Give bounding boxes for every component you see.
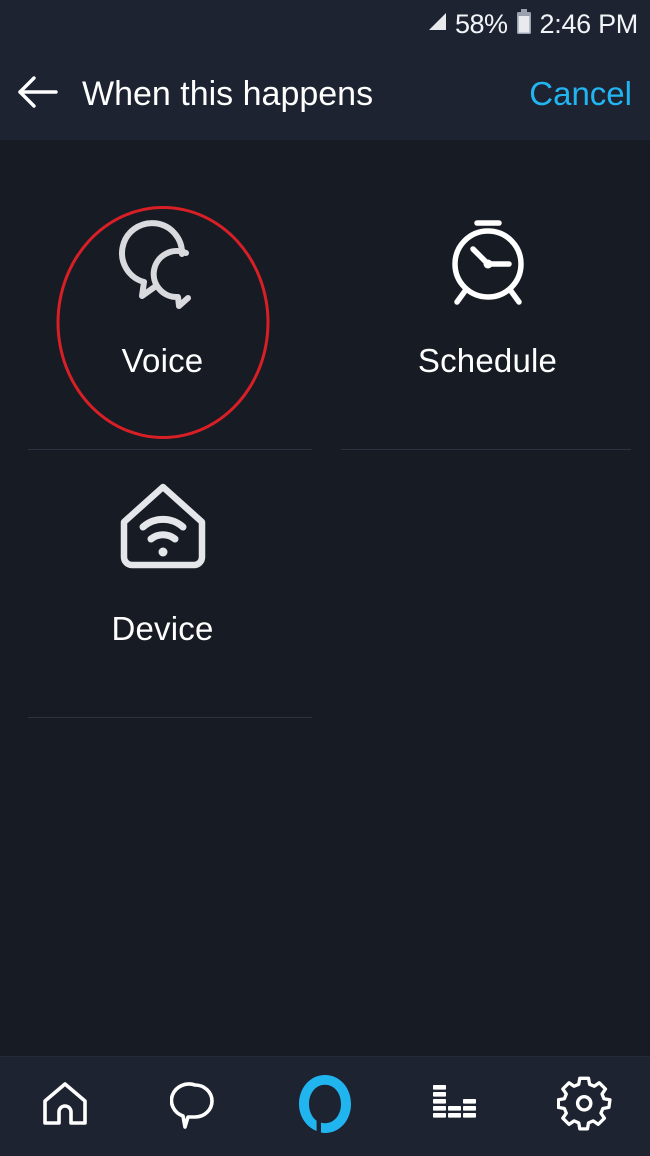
- home-wifi-icon: [108, 466, 218, 596]
- app-header-bar: When this happens Cancel: [0, 48, 650, 140]
- gear-icon: [556, 1076, 613, 1137]
- home-icon: [38, 1077, 92, 1136]
- trigger-type-grid: Voice Schedule Device: [0, 140, 650, 718]
- nav-item-play[interactable]: [390, 1057, 520, 1156]
- speech-bubbles-icon: [108, 198, 218, 328]
- tile-schedule[interactable]: Schedule: [325, 182, 650, 450]
- tile-device[interactable]: Device: [0, 450, 325, 718]
- back-arrow-icon: [15, 74, 61, 115]
- main-content: Voice Schedule Device: [0, 140, 650, 1056]
- nav-item-home[interactable]: [0, 1057, 130, 1156]
- back-button[interactable]: [0, 48, 76, 140]
- app-screen: 58% 2:46 PM When this happens Cancel Voi…: [0, 0, 650, 1156]
- battery-icon: [516, 8, 532, 40]
- speech-bubble-icon: [169, 1077, 220, 1136]
- status-bar-right: 58% 2:46 PM: [425, 8, 639, 40]
- cellular-signal-icon: [425, 11, 449, 38]
- alexa-logo-icon: [294, 1071, 356, 1142]
- tile-label-device: Device: [111, 610, 214, 647]
- status-bar: 58% 2:46 PM: [0, 0, 650, 48]
- tile-label-voice: Voice: [121, 342, 204, 379]
- tile-placeholder-empty: [325, 450, 650, 718]
- cancel-button[interactable]: Cancel: [529, 75, 632, 113]
- equalizer-icon: [429, 1078, 481, 1135]
- tile-divider-device: [28, 717, 312, 718]
- battery-percent-label: 58%: [455, 8, 508, 39]
- tile-label-schedule: Schedule: [417, 342, 558, 379]
- nav-item-alexa[interactable]: [260, 1057, 390, 1156]
- page-title: When this happens: [82, 74, 374, 113]
- nav-item-communicate[interactable]: [130, 1057, 260, 1156]
- status-bar-clock: 2:46 PM: [539, 8, 639, 39]
- nav-item-settings[interactable]: [520, 1057, 650, 1156]
- alarm-clock-icon: [433, 198, 543, 328]
- bottom-navigation-bar: [0, 1056, 650, 1156]
- tile-voice[interactable]: Voice: [0, 182, 325, 450]
